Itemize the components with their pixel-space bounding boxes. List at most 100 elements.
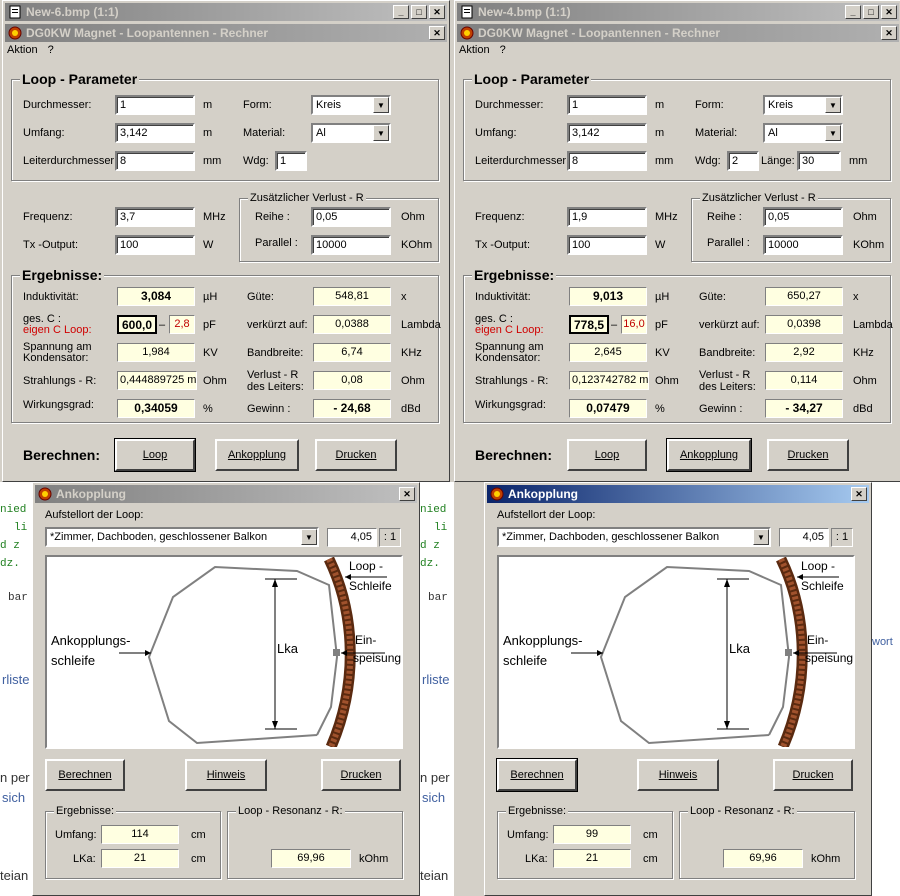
leiterdurchmesser-input[interactable]: 8 [115,151,195,171]
laenge-input[interactable]: 30 [797,151,841,171]
ank-drucken-label: Drucken [792,769,834,781]
maximize-icon[interactable]: □ [411,5,427,19]
aufstellort-value: *Zimmer, Dachboden, geschlossener Balkon [50,531,268,543]
c-dash: – [611,319,618,331]
aufstellort-select[interactable]: *Zimmer, Dachboden, geschlossener Balkon… [45,527,319,547]
tx-output-input[interactable]: 100 [115,235,195,255]
ankopplung-window-0: Ankopplung ✕ Aufstellort der Loop: *Zimm… [32,482,420,896]
hinweis-button[interactable]: Hinweis [185,759,267,791]
ank-berechnen-button[interactable]: Berechnen [45,759,125,791]
wdg-input[interactable]: 1 [275,151,307,171]
app-titlebar[interactable]: DG0KW Magnet - Loopantennen - Rechner ✕ [5,24,447,42]
menu-help[interactable]: ? [48,44,54,56]
material-select[interactable]: Al ▼ [311,123,391,143]
loop-button[interactable]: Loop [567,439,647,471]
frame-titlebar[interactable]: New-4.bmp (1:1) _ □ ✕ [457,3,899,21]
ank-berechnen-button[interactable]: Berechnen [496,758,578,792]
durchmesser-unit: m [655,99,665,111]
durchmesser-input[interactable]: 1 [115,95,195,115]
bg2-gray-3: sich [422,790,446,805]
reihe-input[interactable]: 0,05 [311,207,391,227]
spannung-value: 2,645 [569,343,647,362]
wirkung-label: Wirkungsgrad: [23,399,94,411]
verkuerzt-unit: Lambda [853,319,893,331]
umfang-input[interactable]: 3,142 [115,123,195,143]
diagram-loop-label-1: Loop - [801,559,836,573]
reihe-label: Reihe : [255,211,290,223]
close-icon[interactable]: ✕ [429,5,445,19]
leiterdurchmesser-input[interactable]: 8 [567,151,647,171]
umfang-input[interactable]: 3,142 [567,123,647,143]
parallel-label: Parallel : [255,237,298,249]
minimize-icon[interactable]: _ [393,5,409,19]
ankopplung-button[interactable]: Ankopplung [666,438,752,472]
frequenz-input[interactable]: 1,9 [567,207,647,227]
close-icon[interactable]: ✕ [399,487,415,501]
chevron-down-icon[interactable]: ▼ [825,125,841,141]
umfang-label: Umfang: [23,127,65,139]
chevron-down-icon[interactable]: ▼ [753,529,769,545]
bg-gray-4: teian [0,868,29,883]
minimize-icon[interactable]: _ [845,5,861,19]
close-icon[interactable]: ✕ [429,26,445,40]
lka-arrow-down [272,721,278,729]
wirkung-label: Wirkungsgrad: [475,399,546,411]
chevron-down-icon[interactable]: ▼ [373,97,389,113]
close-icon[interactable]: ✕ [851,487,867,501]
app-titlebar[interactable]: DG0KW Magnet - Loopantennen - Rechner ✕ [457,24,899,42]
ank-ergebnisse-title: Ergebnisse: [506,805,569,817]
ankopplung-button[interactable]: Ankopplung [215,439,299,471]
close-icon[interactable]: ✕ [881,26,897,40]
durchmesser-label: Durchmesser: [475,99,544,111]
frequenz-input[interactable]: 3,7 [115,207,195,227]
ankopplung-titlebar[interactable]: Ankopplung ✕ [487,485,869,503]
bandbreite-label: Bandbreite: [247,347,304,359]
verkuerzt-unit: Lambda [401,319,441,331]
drucken-button-label: Drucken [335,449,377,461]
tx-output-input[interactable]: 100 [567,235,647,255]
gewinn-unit: dBd [401,403,421,415]
verkuerzt-value: 0,0388 [313,315,391,334]
gesc-value: 600,0 [117,315,157,334]
material-select[interactable]: Al ▼ [763,123,843,143]
wdg-input[interactable]: 2 [727,151,759,171]
hinweis-button[interactable]: Hinweis [637,759,719,791]
bandbreite-unit: KHz [401,347,422,359]
spannung-value: 1,984 [117,343,195,362]
form-select[interactable]: Kreis ▼ [763,95,843,115]
ank-drucken-button[interactable]: Drucken [773,759,853,791]
leiterdurchmesser-label: Leiterdurchmesser: [23,155,118,167]
menu-help[interactable]: ? [500,44,506,56]
chevron-down-icon[interactable]: ▼ [825,97,841,113]
drucken-button[interactable]: Drucken [767,439,849,471]
loop-button[interactable]: Loop [114,438,196,472]
coupling-diagram: Loop - Schleife Ankopplungs- schleife Lk… [497,555,855,749]
ankopplung-button-label: Ankopplung [227,449,287,461]
frame-title-buttons: _ □ ✕ [393,5,445,19]
einspeisung-pointer-head [793,650,799,656]
frame-titlebar[interactable]: New-6.bmp (1:1) _ □ ✕ [5,3,447,21]
aufstellort-select[interactable]: *Zimmer, Dachboden, geschlossener Balkon… [497,527,771,547]
reihe-input[interactable]: 0,05 [763,207,843,227]
ankopplung-titlebar[interactable]: Ankopplung ✕ [35,485,417,503]
durchmesser-input[interactable]: 1 [567,95,647,115]
ank-drucken-button[interactable]: Drucken [321,759,401,791]
menu-aktion[interactable]: Aktion [459,44,490,56]
parallel-input[interactable]: 10000 [763,235,843,255]
bg2-gray-0: bar [428,592,448,604]
close-icon[interactable]: ✕ [881,5,897,19]
menu-bar: Aktion ? [459,44,506,56]
ank-ergebnisse-group: Ergebnisse: [497,805,673,879]
drucken-button[interactable]: Drucken [315,439,397,471]
parallel-input[interactable]: 10000 [311,235,391,255]
frequenz-unit: MHz [655,211,678,223]
menu-aktion[interactable]: Aktion [7,44,38,56]
material-label: Material: [695,127,738,139]
verlustr-label-2: des Leiters: [247,381,304,393]
lka-arrow-up [272,579,278,587]
chevron-down-icon[interactable]: ▼ [373,125,389,141]
maximize-icon[interactable]: □ [863,5,879,19]
form-select[interactable]: Kreis ▼ [311,95,391,115]
strahlung-unit: Ohm [655,375,679,387]
chevron-down-icon[interactable]: ▼ [301,529,317,545]
